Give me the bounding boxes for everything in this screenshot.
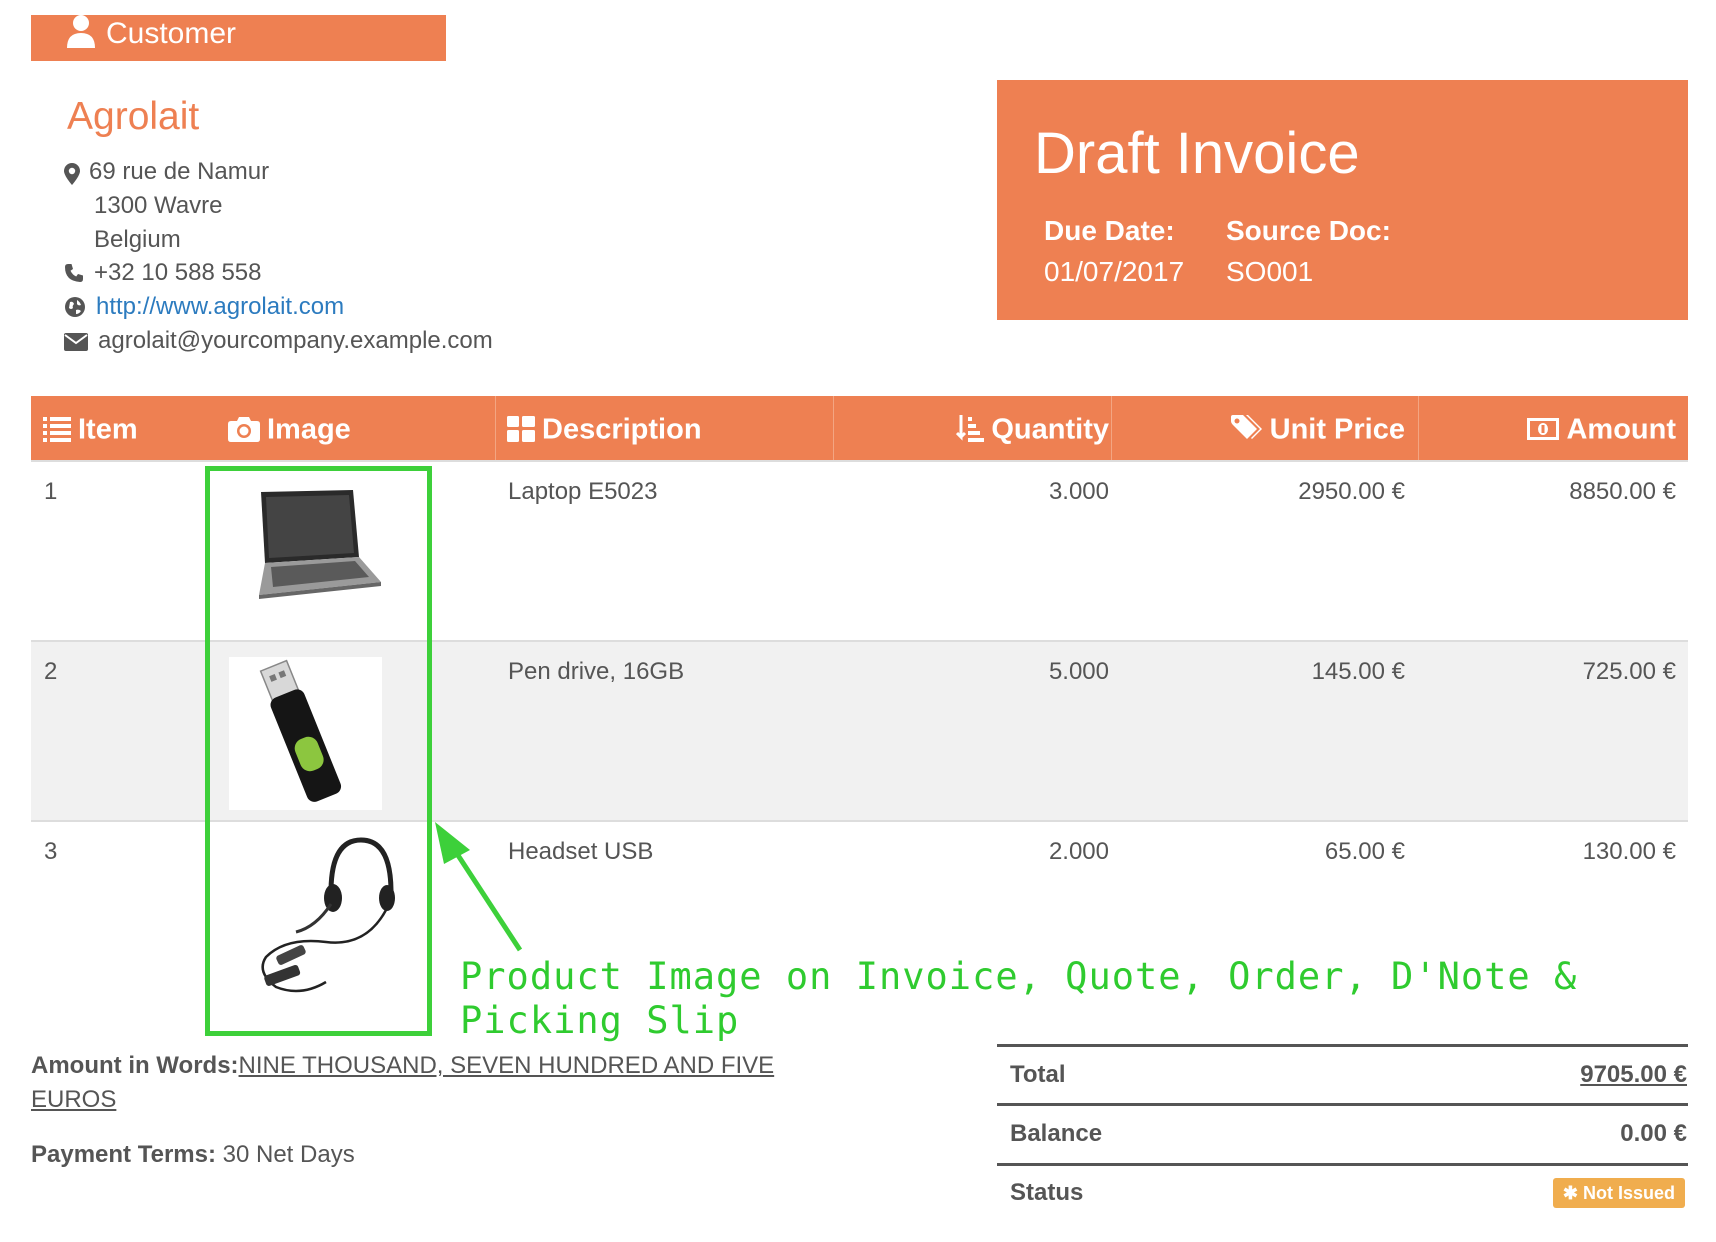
due-date-label: Due Date: (1044, 215, 1175, 246)
address-city: 1300 Wavre (94, 192, 223, 219)
item-number: 2 (44, 658, 58, 685)
line-amount: 725.00 € (1582, 658, 1676, 685)
balance-value: 0.00 € (1620, 1120, 1687, 1147)
line-quantity: 5.000 (1048, 658, 1109, 685)
line-description: Laptop E5023 (508, 478, 658, 505)
invoice-title: Draft Invoice (1034, 121, 1360, 186)
address-country: Belgium (94, 226, 181, 253)
money-icon (1527, 418, 1560, 441)
envelope-icon (64, 333, 88, 351)
globe-icon (64, 296, 86, 318)
customer-phone: +32 10 588 558 (94, 259, 262, 286)
line-quantity: 2.000 (1048, 838, 1109, 865)
amount-in-words-label: Amount in Words: (31, 1052, 239, 1079)
column-header-amount[interactable]: Amount (1527, 396, 1676, 460)
invoice-summary-box: Draft Invoice Due Date: 01/07/2017 Sourc… (997, 80, 1688, 320)
line-unit-price: 145.00 € (1311, 658, 1405, 685)
customer-name: Agrolait (67, 95, 200, 138)
payment-terms-label: Payment Terms: (31, 1141, 216, 1168)
totals-divider (997, 1044, 1688, 1047)
balance-label: Balance (1010, 1120, 1103, 1147)
annotation-text: Product Image on Invoice, Quote, Order, … (460, 955, 1578, 1042)
tags-icon (1230, 415, 1263, 443)
sort-amount-icon (956, 415, 985, 443)
address-street: 69 rue de Namur (89, 158, 270, 185)
column-header-item[interactable]: Item (43, 396, 138, 460)
total-label: Total (1010, 1061, 1066, 1088)
column-header-quantity[interactable]: Quantity (956, 396, 1109, 460)
line-description: Pen drive, 16GB (508, 658, 685, 685)
total-value: 9705.00 € (1580, 1061, 1687, 1088)
line-unit-price: 65.00 € (1324, 838, 1405, 865)
customer-header-label: Customer (106, 17, 237, 50)
image-column-highlight (205, 466, 432, 1036)
column-separator (1111, 396, 1112, 460)
user-icon (65, 15, 97, 49)
phone-icon (64, 263, 84, 283)
customer-website-link[interactable]: http://www.agrolait.com (96, 292, 344, 322)
item-number: 3 (44, 838, 58, 865)
source-doc-label: Source Doc: (1226, 215, 1391, 246)
th-large-icon (507, 416, 535, 443)
payment-terms-value: 30 Net Days (222, 1141, 355, 1168)
customer-email: agrolait@yourcompany.example.com (98, 327, 493, 354)
totals-divider (997, 1103, 1688, 1106)
invoice-lines-header: Item Image Description Quantity Unit Pri… (31, 396, 1688, 460)
amount-in-words: Amount in Words:NINE THOUSAND, SEVEN HUN… (31, 1049, 801, 1117)
payment-terms: Payment Terms: 30 Net Days (31, 1140, 355, 1170)
item-number: 1 (44, 478, 58, 505)
source-doc-value: SO001 (1226, 256, 1314, 287)
line-unit-price: 2950.00 € (1298, 478, 1405, 505)
line-amount: 130.00 € (1582, 838, 1676, 865)
camera-icon (228, 416, 260, 443)
annotation-arrow-icon (430, 820, 530, 960)
totals-divider (997, 1163, 1688, 1166)
column-header-image[interactable]: Image (228, 396, 351, 460)
column-separator (833, 396, 834, 460)
line-quantity: 3.000 (1048, 478, 1109, 505)
status-badge-text: Not Issued (1582, 1183, 1675, 1203)
column-separator (1418, 396, 1419, 460)
status-label: Status (1010, 1179, 1084, 1206)
column-header-description[interactable]: Description (507, 396, 702, 460)
map-marker-icon (64, 163, 80, 185)
asterisk-icon: ✱ (1562, 1183, 1578, 1203)
column-header-unit-price[interactable]: Unit Price (1230, 396, 1405, 460)
column-separator (495, 396, 496, 460)
due-date-value: 01/07/2017 (1044, 256, 1185, 287)
status-badge: ✱ Not Issued (1552, 1178, 1685, 1208)
list-icon (43, 416, 71, 443)
line-amount: 8850.00 € (1569, 478, 1676, 505)
customer-header: Customer (31, 15, 446, 61)
